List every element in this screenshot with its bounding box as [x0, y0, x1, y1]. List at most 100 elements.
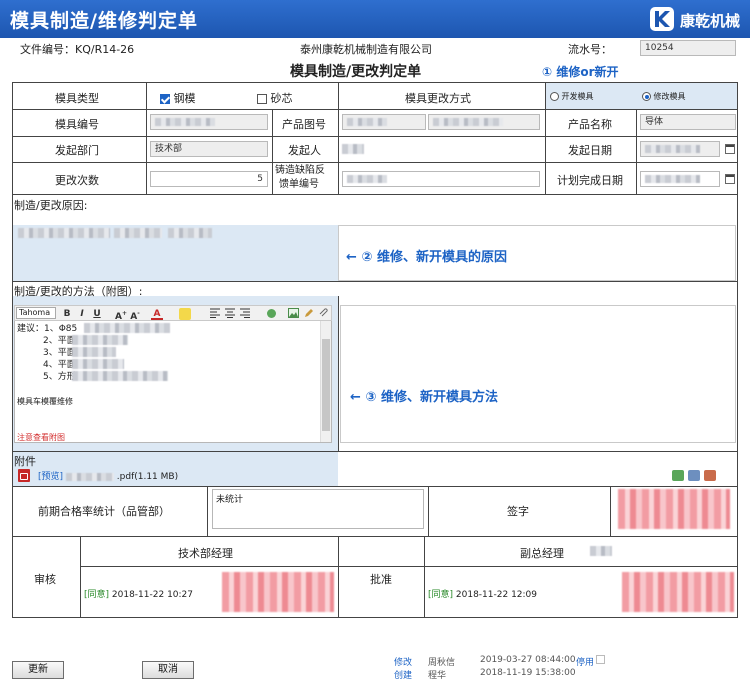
method-line: 4、平面	[43, 360, 76, 370]
sand-core-checkbox[interactable]	[257, 94, 267, 104]
new-mold-radio[interactable]	[550, 92, 559, 101]
vp-label: 副总经理	[520, 547, 564, 560]
new-mold-label: 开发模具	[561, 92, 594, 101]
font-size-down-icon[interactable]: A-	[129, 308, 141, 322]
col-divider	[80, 536, 81, 618]
method-text-redacted	[84, 323, 170, 333]
change-count-field[interactable]: 5	[150, 171, 268, 187]
col-divider	[272, 109, 273, 194]
tech-manager-label: 技术部经理	[178, 547, 233, 560]
date-label: 发起日期	[568, 144, 612, 157]
sand-core-option[interactable]: 砂芯	[257, 90, 293, 106]
sand-core-label: 砂芯	[270, 92, 293, 105]
plan-date-label: 计划完成日期	[557, 174, 623, 187]
cancel-button[interactable]: 取消	[142, 661, 194, 679]
annotation-2: ← ② 维修、新开模具的原因	[346, 250, 507, 265]
create-time: 2018-11-19 15:38:00	[480, 668, 576, 678]
app-header: 模具制造/维修判定单 康乾机械	[0, 0, 750, 38]
modify-mold-option[interactable]: 修改模具	[642, 91, 686, 102]
tech-approval-status: [同意]	[84, 590, 110, 600]
row-divider	[12, 162, 738, 163]
new-mold-option[interactable]: 开发模具	[550, 91, 594, 102]
font-color-icon[interactable]: A	[151, 308, 163, 320]
feedback-label-line-1: 铸造缺陷反	[275, 165, 325, 176]
attach-icon[interactable]	[318, 308, 330, 320]
serial-label: 流水号：	[568, 43, 612, 56]
col-divider	[338, 536, 339, 618]
font-selector[interactable]: Tahoma	[16, 307, 56, 319]
method-text-redacted	[72, 359, 124, 369]
feedback-redacted	[347, 175, 387, 183]
disable-label: 停用	[576, 658, 595, 668]
reason-text-redacted	[168, 228, 212, 238]
calendar-icon[interactable]	[725, 174, 735, 184]
product-drawing-field-2[interactable]	[428, 114, 540, 130]
dept-field[interactable]: 技术部	[150, 141, 268, 157]
date-field[interactable]	[640, 141, 720, 157]
bold-icon[interactable]: B	[61, 308, 73, 320]
update-button[interactable]: 更新	[12, 661, 64, 679]
calendar-icon[interactable]	[725, 144, 735, 154]
reason-text-redacted	[114, 228, 162, 238]
editor-content: 建议：1、Φ85 2、平面 3、平面 4、平面 5、方形	[17, 323, 77, 383]
steel-mold-option[interactable]: 钢模	[160, 90, 196, 106]
modify-label: 修改	[394, 658, 413, 668]
method-line: 2、平面	[43, 336, 76, 346]
scrollbar-thumb[interactable]	[322, 339, 330, 431]
method-note: 模具车模覆维修	[17, 397, 73, 406]
tech-manager-signature	[222, 572, 334, 612]
highlight-color-icon[interactable]	[179, 308, 191, 320]
pdf-icon	[18, 469, 30, 482]
plan-date-field[interactable]	[640, 171, 720, 187]
feedback-no-field[interactable]	[342, 171, 540, 187]
product-name-field[interactable]: 导体	[640, 114, 736, 130]
method-line: 5、方形	[43, 372, 76, 382]
tech-approval-time: 2018-11-22 10:27	[111, 590, 194, 600]
product-drawing-label: 产品图号	[282, 118, 326, 131]
mold-no-field[interactable]	[150, 114, 268, 130]
reason-label: 制造/更改原因:	[14, 199, 88, 212]
serial-number-field[interactable]: 10254	[640, 40, 736, 56]
underline-icon[interactable]: U	[91, 308, 103, 320]
download-icon[interactable]	[688, 470, 700, 481]
method-attachment-area[interactable]	[340, 305, 736, 443]
align-left-icon[interactable]	[209, 308, 221, 320]
method-text-redacted	[72, 371, 168, 381]
image-icon[interactable]	[287, 308, 299, 320]
date-redacted	[645, 145, 700, 153]
mold-type-label: 模具类型	[55, 92, 99, 105]
company-name: 泰州康乾机械制造有限公司	[300, 43, 432, 56]
attachment-file-link[interactable]: [预览] .pdf(1.11 MB)	[38, 469, 178, 482]
col-divider	[610, 486, 611, 536]
attachment-label: 附件	[14, 455, 36, 468]
delete-icon[interactable]	[704, 470, 716, 481]
feedback-no-label: 铸造缺陷反 馈单编号	[275, 164, 325, 192]
tech-approval-record: [同意] 2018-11-22 10:27	[84, 587, 193, 600]
font-size-up-icon[interactable]: A+	[115, 308, 127, 322]
method-text-redacted	[72, 347, 116, 357]
create-label: 创建	[394, 671, 413, 681]
align-center-icon[interactable]	[224, 308, 236, 320]
method-red-note: 注意查看附图	[17, 433, 65, 442]
product-drawing-field[interactable]	[342, 114, 426, 130]
method-text-redacted	[72, 335, 128, 345]
modify-time: 2019-03-27 08:44:00	[480, 655, 576, 665]
italic-icon[interactable]: I	[76, 308, 88, 320]
edit-icon[interactable]	[303, 308, 315, 320]
col-divider	[636, 109, 637, 194]
disable-checkbox[interactable]	[596, 655, 605, 664]
editor-scrollbar[interactable]	[320, 321, 331, 442]
page-title: 模具制造/维修判定单	[10, 10, 198, 32]
annotation-3: ← ③ 维修、新开模具方法	[350, 390, 498, 405]
dept-label: 发起部门	[55, 144, 99, 157]
link-icon[interactable]	[265, 308, 277, 320]
align-right-icon[interactable]	[239, 308, 251, 320]
upload-icon[interactable]	[672, 470, 684, 481]
col-divider	[338, 82, 339, 194]
file-number: 文件编号：KQ/R14-26	[20, 43, 135, 56]
pass-rate-textarea[interactable]: 未统计	[212, 489, 424, 529]
file-suffix: .pdf(1.11 MB)	[116, 472, 179, 482]
modify-mold-radio[interactable]	[642, 92, 651, 101]
steel-mold-checkbox[interactable]	[160, 94, 170, 104]
preview-link[interactable]: [预览]	[38, 472, 63, 482]
